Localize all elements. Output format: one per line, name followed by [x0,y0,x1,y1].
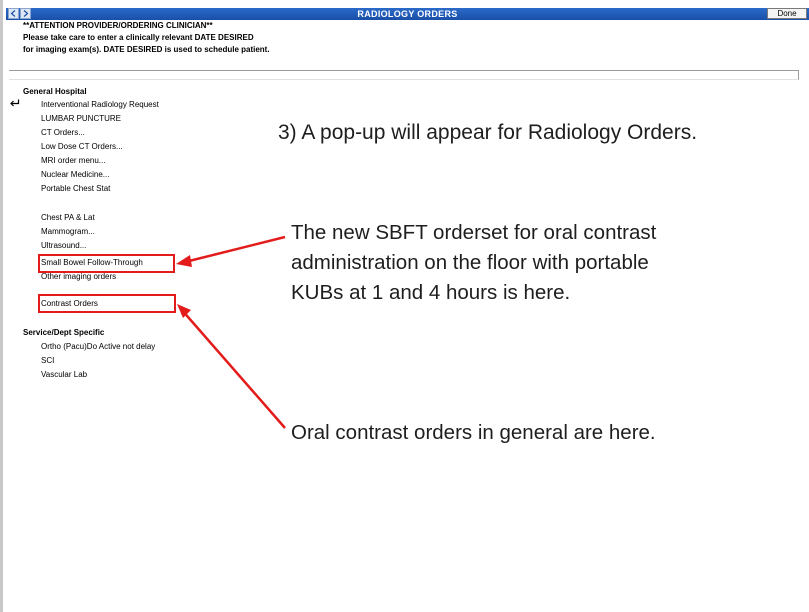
annotation-sbft-line-2: administration on the floor with portabl… [291,251,649,274]
menu-item-mri-orders[interactable]: MRI order menu... [41,156,105,166]
highlight-box-contrast [38,294,176,313]
menu-item-portable-chest-stat[interactable]: Portable Chest Stat [41,184,110,194]
done-button[interactable]: Done [767,8,807,19]
annotation-sbft: The new SBFT orderset for oral contrast … [291,218,656,308]
attention-notice: **ATTENTION PROVIDER/ORDERING CLINICIAN*… [23,20,270,56]
annotation-contrast: Oral contrast orders in general are here… [291,421,656,444]
menu-item-vascular-lab[interactable]: Vascular Lab [41,370,87,380]
attention-line-3: for imaging exam(s). DATE DESIRED is use… [23,45,270,54]
title-bar: RADIOLOGY ORDERS Done [6,8,809,20]
menu-item-low-dose-ct[interactable]: Low Dose CT Orders... [41,142,123,152]
menu-item-chest-pa-lat[interactable]: Chest PA & Lat [41,213,95,223]
menu-item-ultrasound[interactable]: Ultrasound... [41,241,86,251]
menu-item-ct-orders[interactable]: CT Orders... [41,128,85,138]
annotation-step: 3) A pop-up will appear for Radiology Or… [278,121,698,144]
attention-line-2: Please take care to enter a clinically r… [23,33,254,42]
menu-item-sci[interactable]: SCI [41,356,54,366]
arrow-to-sbft [176,235,286,267]
menu-item-interventional-radiology[interactable]: Interventional Radiology Request [41,100,159,110]
attention-line-1: **ATTENTION PROVIDER/ORDERING CLINICIAN*… [23,21,213,30]
window-title: RADIOLOGY ORDERS [357,9,458,19]
menu-item-lumbar-puncture[interactable]: LUMBAR PUNCTURE [41,114,121,124]
menu-item-mammogram[interactable]: Mammogram... [41,227,95,237]
radiology-orders-window: RADIOLOGY ORDERS Done **ATTENTION PROVID… [0,0,809,612]
arrow-to-contrast [177,304,286,429]
return-arrow-icon[interactable] [10,99,20,108]
general-hospital-heading: General Hospital [23,87,87,96]
service-dept-heading: Service/Dept Specific [23,328,105,337]
menu-item-ortho-pacu[interactable]: Ortho (Pacu)Do Active not delay [41,342,155,352]
menu-item-other-imaging[interactable]: Other imaging orders [41,272,116,282]
annotation-sbft-line-1: The new SBFT orderset for oral contrast [291,221,657,244]
highlight-box-sbft [38,254,175,273]
menu-item-nuclear-medicine[interactable]: Nuclear Medicine... [41,170,109,180]
annotation-sbft-line-3: KUBs at 1 and 4 hours is here. [291,281,571,304]
divider-bar [9,70,799,80]
